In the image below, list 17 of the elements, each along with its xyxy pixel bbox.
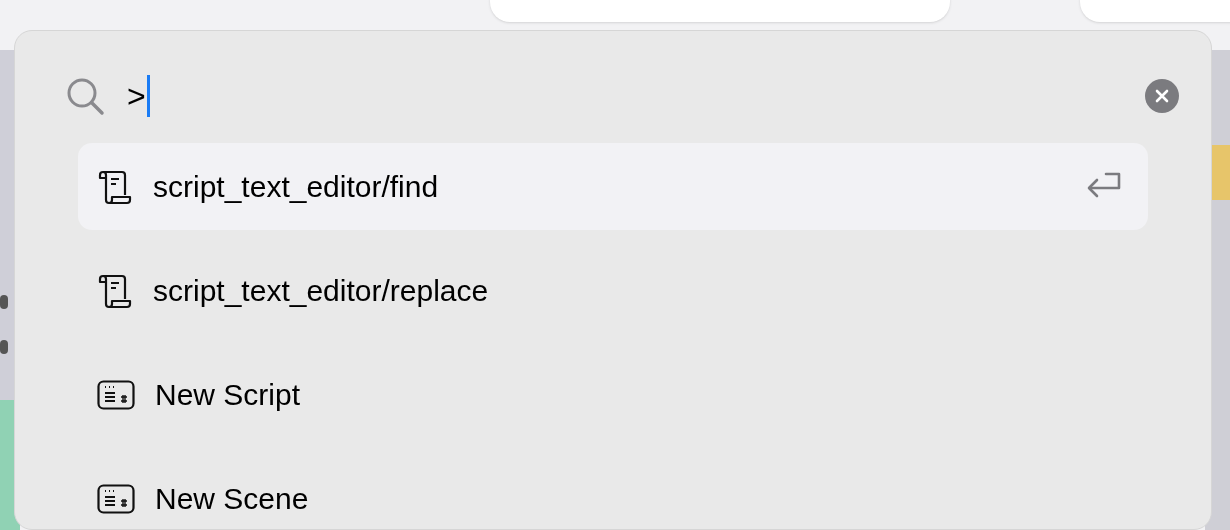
scroll-icon: [97, 272, 133, 309]
terminal-icon: [97, 483, 135, 514]
clear-button[interactable]: [1145, 79, 1179, 113]
terminal-icon: [97, 379, 135, 410]
result-label: script_text_editor/find: [153, 169, 440, 205]
search-icon: [65, 76, 105, 116]
result-label: New Script: [155, 377, 302, 413]
result-item[interactable]: script_text_editor/replace: [78, 247, 1148, 334]
result-item[interactable]: New Scene: [78, 455, 1148, 529]
result-item[interactable]: script_text_editor/find: [78, 143, 1148, 230]
scroll-icon: [97, 168, 133, 205]
search-field[interactable]: >: [127, 71, 1145, 121]
close-icon: [1154, 88, 1170, 104]
result-label: script_text_editor/replace: [153, 273, 490, 309]
text-cursor: [146, 75, 150, 117]
result-item[interactable]: New Script: [78, 351, 1148, 438]
result-label: New Scene: [155, 481, 310, 517]
